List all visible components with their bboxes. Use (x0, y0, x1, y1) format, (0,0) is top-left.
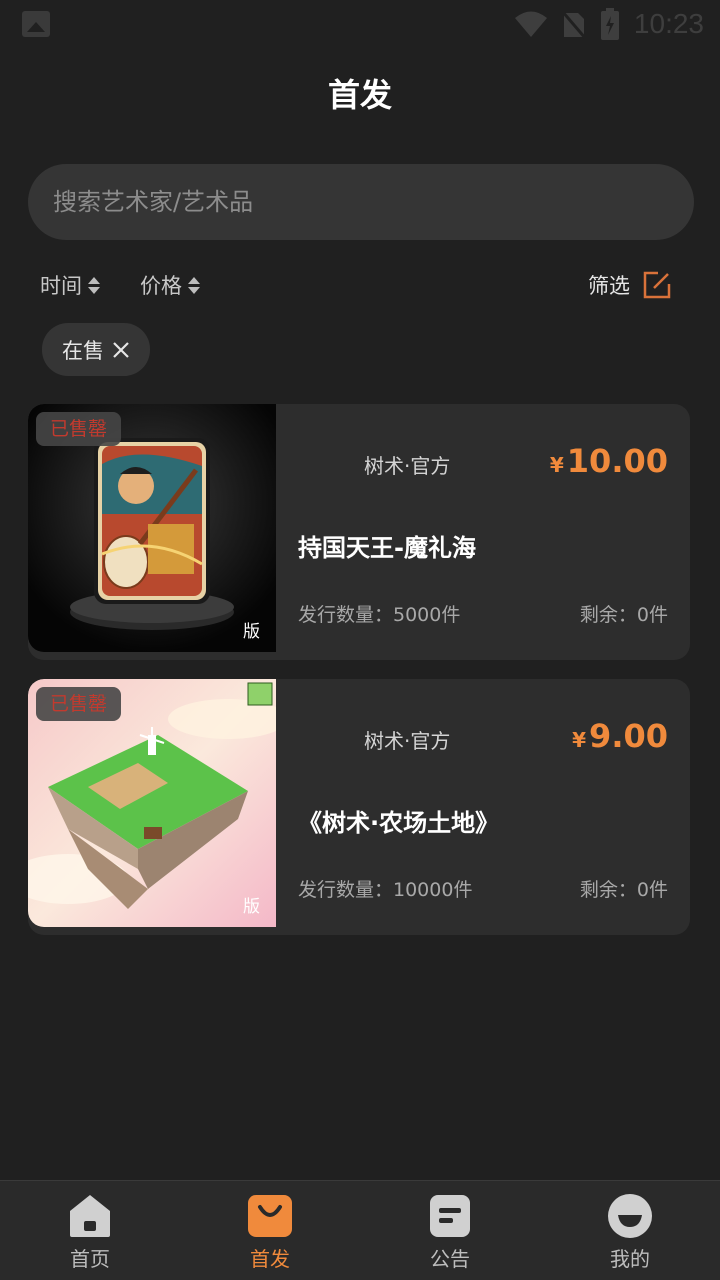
tab-profile-label: 我的 (610, 1247, 650, 1271)
issue-quantity: 发行数量：10000件 (298, 879, 473, 901)
edition-watermark: 版 (243, 897, 260, 917)
remaining-quantity: 剩余：0件 (579, 604, 668, 626)
product-name: 《树术·农场土地》 (298, 809, 500, 837)
sold-out-badge: 已售罄 (36, 687, 122, 721)
sort-by-time-button[interactable]: 时间 (40, 270, 100, 300)
product-image: 已售罄 版 (28, 679, 276, 927)
product-name: 持国天王-魔礼海 (298, 534, 476, 562)
filter-chip-on-sale[interactable]: 在售 (42, 323, 150, 376)
issuer-label: 树术·官方 (364, 454, 451, 478)
sort-by-price-button[interactable]: 价格 (140, 270, 200, 300)
issue-quantity: 发行数量：5000件 (298, 604, 461, 626)
tab-home-label: 首页 (70, 1247, 110, 1271)
price: ¥ 10.00 (550, 442, 668, 480)
sort-bar: 时间 价格 筛选 (40, 270, 672, 310)
sold-out-badge: 已售罄 (36, 412, 122, 446)
filter-label: 筛选 (588, 274, 630, 298)
sort-price-label: 价格 (140, 274, 182, 298)
edition-watermark: 版 (243, 622, 260, 642)
status-bar: 10:23 (0, 0, 720, 50)
price-value: 10.00 (566, 442, 668, 480)
close-icon[interactable] (112, 341, 130, 359)
notice-icon (426, 1193, 474, 1239)
bag-icon (246, 1193, 294, 1239)
tab-first-release[interactable]: 首发 (180, 1181, 360, 1280)
profile-icon (606, 1193, 654, 1239)
price-value: 9.00 (589, 717, 668, 755)
currency-symbol: ¥ (572, 728, 587, 752)
sort-arrows-icon (88, 276, 100, 294)
product-card[interactable]: 已售罄 版 树术·官方 ¥ 9.00 《树术·农场土地》 发行数量：10000件… (28, 679, 690, 935)
page-title: 首发 (327, 76, 392, 114)
bottom-tab-bar: 首页 首发 公告 我的 (0, 1180, 720, 1280)
search-input[interactable] (28, 164, 694, 240)
status-time: 10:23 (633, 8, 704, 39)
wifi-icon (514, 11, 547, 37)
product-image: 已售罄 版 (28, 404, 276, 652)
tab-profile[interactable]: 我的 (540, 1181, 720, 1280)
filter-chip-label: 在售 (62, 338, 104, 363)
sort-arrows-icon (188, 276, 200, 294)
price: ¥ 9.00 (572, 717, 668, 755)
tab-notice[interactable]: 公告 (360, 1181, 540, 1280)
product-card[interactable]: 已售罄 版 树术·官方 ¥ 10.00 持国天王-魔礼海 发行数量：5000件 … (28, 404, 690, 660)
tab-home[interactable]: 首页 (0, 1181, 180, 1280)
image-notification-icon (22, 11, 50, 37)
no-sim-icon (561, 10, 586, 39)
filter-button[interactable]: 筛选 (588, 270, 672, 300)
tab-first-release-label: 首发 (250, 1247, 290, 1271)
sort-time-label: 时间 (40, 274, 82, 298)
remaining-quantity: 剩余：0件 (579, 879, 668, 901)
currency-symbol: ¥ (549, 453, 564, 477)
home-icon (66, 1193, 114, 1239)
issuer-label: 树术·官方 (364, 729, 451, 753)
tab-notice-label: 公告 (430, 1247, 470, 1271)
edit-filter-icon (643, 271, 671, 299)
battery-charging-icon (600, 8, 619, 40)
